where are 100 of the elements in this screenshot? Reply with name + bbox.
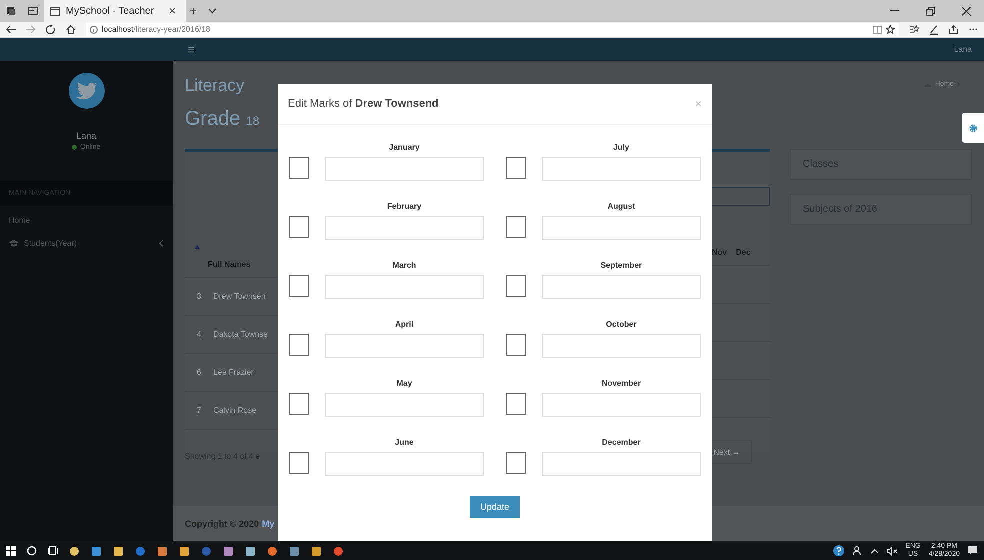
month-label: March [392,261,418,270]
taskbar-app-icon[interactable] [289,546,300,556]
url-text: localhost/literacy-year/2016/18 [102,25,211,34]
month-checkbox[interactable] [506,452,526,474]
taskbar-app-icon[interactable] [113,546,124,556]
taskbar-app-icon[interactable] [333,546,344,556]
month-label: December [601,438,642,447]
page-icon [50,6,60,16]
taskbar-app-icon[interactable] [179,546,190,556]
status-dot [72,145,78,150]
month-label: July [612,143,630,152]
month-checkbox[interactable] [506,157,526,179]
month-checkbox[interactable] [289,334,309,356]
month-label: June [394,438,415,447]
address-field[interactable]: localhost/literacy-year/2016/18 [86,23,899,36]
column-header[interactable]: Nov [712,248,728,257]
update-button[interactable]: Update [470,496,520,518]
footer-link[interactable]: My [262,518,275,528]
help-icon[interactable] [832,545,845,557]
pen-icon[interactable] [929,24,939,34]
graduation-cap-icon [9,240,19,247]
search-icon[interactable] [27,546,37,556]
close-tab-button[interactable]: × [164,4,180,18]
mark-input[interactable] [325,157,484,181]
column-header[interactable]: Full Names [208,260,251,269]
column-header[interactable]: Dec [736,248,751,257]
taskbar-app-icon[interactable] [267,546,278,556]
table-cell: Dakota Townse [213,330,268,339]
navbar-user[interactable]: Lana [954,45,972,54]
people-icon[interactable] [852,546,863,556]
mark-input[interactable] [325,393,484,417]
month-label: April [394,320,415,329]
settings-tab[interactable] [962,113,984,143]
mark-input[interactable] [325,452,484,476]
mark-input[interactable] [542,452,701,476]
table-cell: 6 [197,368,202,377]
tab-title: MySchool - Teacher [66,6,156,16]
more-icon[interactable] [969,28,978,31]
tab-stack-icon[interactable] [6,6,16,16]
close-button[interactable]: × [694,97,702,111]
month-label: February [386,202,423,211]
speaker-muted-icon[interactable] [886,546,898,556]
month-label: August [606,202,636,211]
month-checkbox[interactable] [289,216,309,238]
info-icon [90,26,98,34]
mark-input[interactable] [542,157,701,181]
month-label: January [388,143,421,152]
mark-input[interactable] [542,275,701,299]
mark-input[interactable] [542,334,701,358]
task-view-icon[interactable] [48,546,58,556]
restore-icon[interactable] [926,6,934,16]
sidebar-item[interactable]: Home [0,206,173,229]
month-checkbox[interactable] [506,393,526,415]
taskbar-app-icon[interactable] [311,546,322,556]
sidebar-item[interactable]: Students(Year) [0,229,173,252]
taskbar-app-icon[interactable] [69,546,80,556]
table-cell: 7 [197,406,202,415]
bird-logo-icon [68,73,104,109]
dialog-title: Edit Marks of Drew Townsend [288,98,440,110]
home-icon[interactable] [66,24,76,34]
table-cell: 4 [197,330,202,339]
back-arrow-icon[interactable] [6,25,16,34]
chevron-down-icon[interactable] [208,8,217,14]
mark-input[interactable] [325,275,484,299]
month-checkbox[interactable] [506,216,526,238]
taskbar-app-icon[interactable] [245,546,256,556]
table-cell: Lee Frazier [213,368,254,377]
chevron-up-icon[interactable] [870,548,879,554]
windows-logo-icon[interactable] [6,546,16,556]
month-label: September [600,261,644,270]
mark-input[interactable] [325,216,484,240]
mark-input[interactable] [325,334,484,358]
menu-toggle[interactable]: ≡ [188,42,196,56]
month-label: October [605,320,638,329]
close-icon[interactable] [962,6,970,16]
month-label: November [600,379,642,388]
taskbar-app-icon[interactable] [91,546,102,556]
minimize-icon[interactable] [890,10,898,12]
browser-tab[interactable]: MySchool - Teacher × [44,0,186,22]
reading-view-icon[interactable] [873,26,882,34]
month-checkbox[interactable] [506,275,526,297]
favorites-icon[interactable] [909,25,919,34]
user-name: Lana [75,131,98,141]
taskbar-app-icon[interactable] [223,546,234,556]
month-label: May [396,379,414,388]
month-checkbox[interactable] [289,157,309,179]
taskbar-app-icon[interactable] [157,546,168,556]
refresh-icon[interactable] [46,24,56,34]
notifications-icon[interactable] [968,546,978,556]
month-checkbox[interactable] [289,452,309,474]
share-icon[interactable] [949,24,959,34]
tab-aside-icon[interactable] [28,6,38,16]
month-checkbox[interactable] [289,275,309,297]
mark-input[interactable] [542,216,701,240]
table-cell: 3 [197,292,202,301]
month-checkbox[interactable] [289,393,309,415]
new-tab-button[interactable]: + [186,0,202,22]
star-icon[interactable] [886,25,895,34]
mark-input[interactable] [542,393,701,417]
month-checkbox[interactable] [506,334,526,356]
